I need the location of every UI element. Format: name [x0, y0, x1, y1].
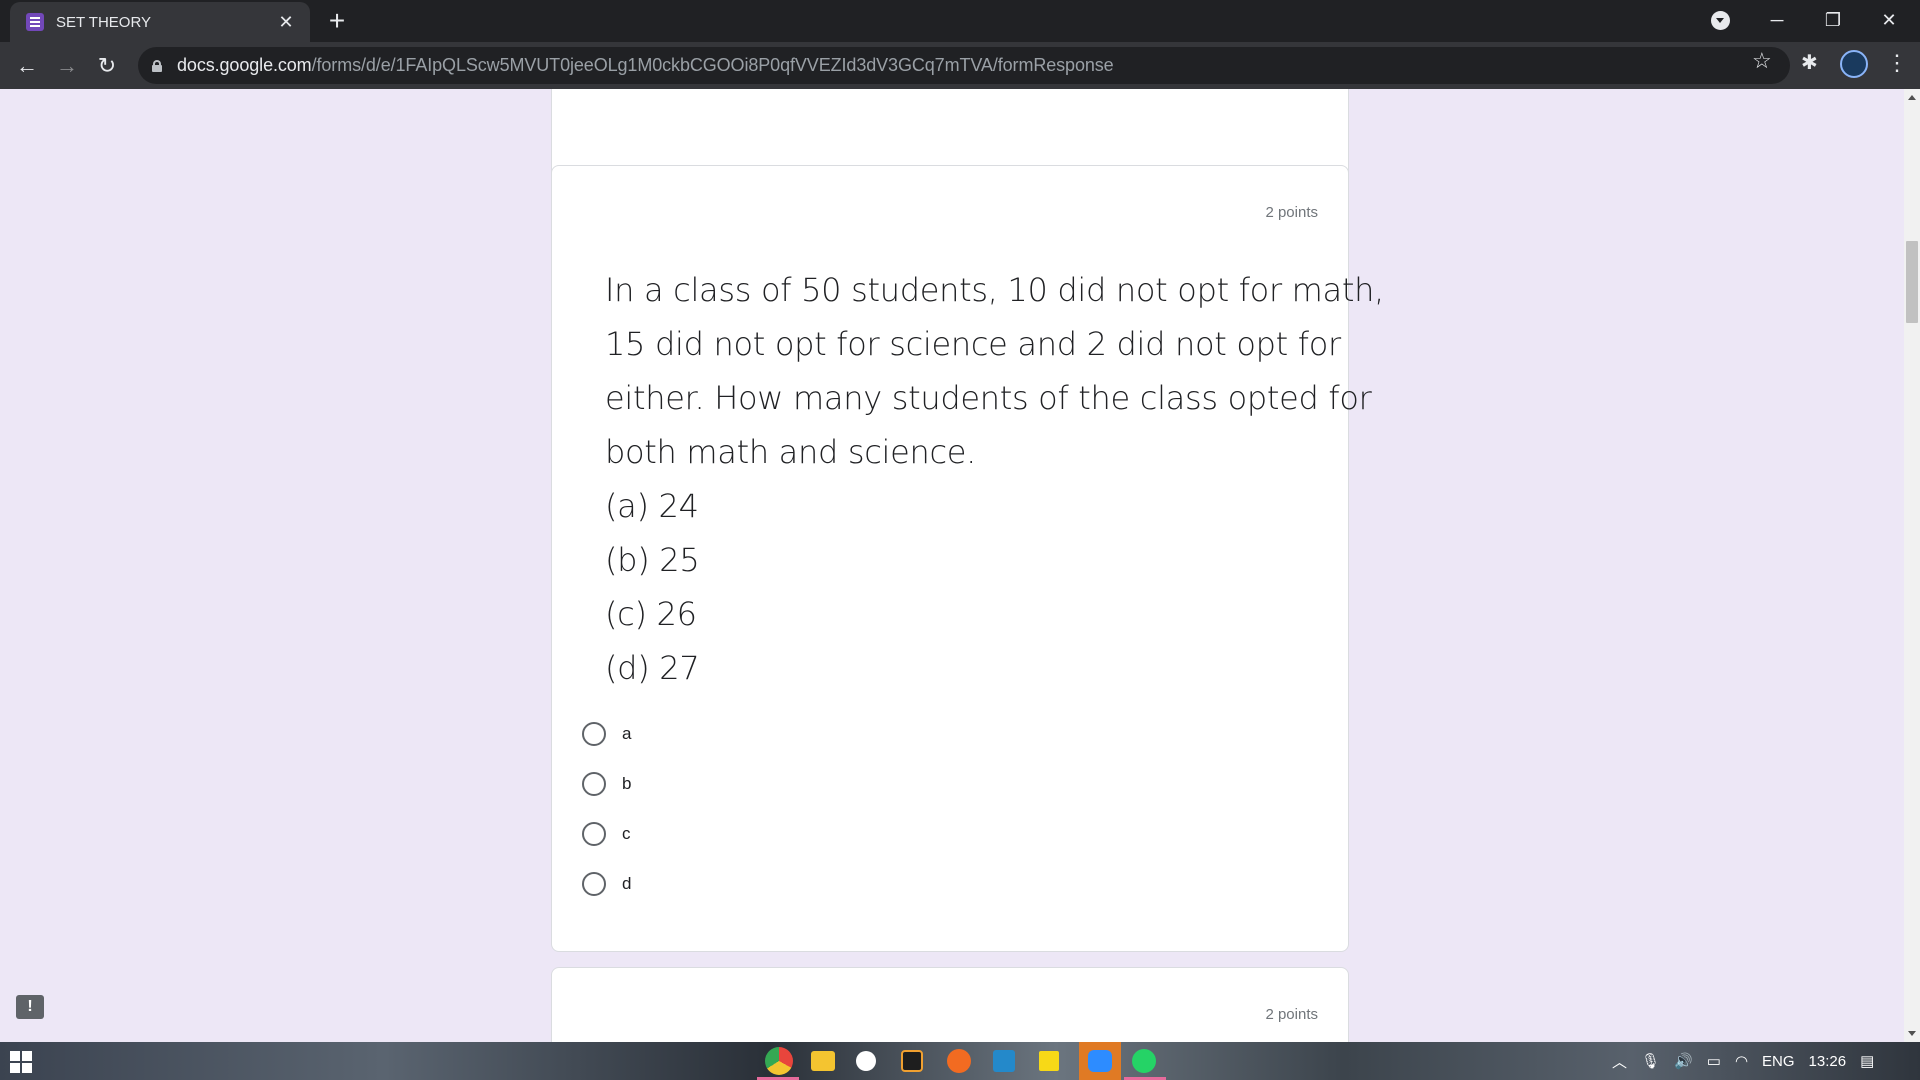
- zoom-icon[interactable]: [1088, 1050, 1112, 1072]
- question-choice: (b) 25: [605, 541, 700, 579]
- tab-search-icon[interactable]: [1711, 11, 1730, 30]
- draw-icon[interactable]: [947, 1049, 971, 1073]
- extensions-icon[interactable]: ✱: [1801, 50, 1818, 75]
- scroll-thumb[interactable]: [1906, 241, 1918, 323]
- browser-toolbar: ← → ↻ docs.google.com/forms/d/e/1FAIpQLS…: [0, 42, 1920, 89]
- scroll-down-arrow-icon[interactable]: [1908, 1031, 1916, 1036]
- chrome-icon[interactable]: [765, 1047, 793, 1075]
- restore-button[interactable]: ❐: [1810, 4, 1856, 36]
- question-line: either. How many students of the class o…: [605, 379, 1372, 417]
- question-card: 2 points In a class of 50 students, 10 d…: [551, 165, 1384, 952]
- question-line: 15 did not opt for science and 2 did not…: [605, 325, 1341, 363]
- question-line: both math and science.: [605, 433, 977, 471]
- bookmark-star-icon[interactable]: ☆: [1752, 48, 1772, 74]
- app-icon[interactable]: [856, 1051, 876, 1071]
- option-label: d: [622, 874, 632, 893]
- points-label: 2 points: [1265, 204, 1318, 221]
- tab-close-icon[interactable]: ✕: [276, 12, 296, 33]
- notifications-icon[interactable]: ▤: [1860, 1052, 1874, 1070]
- question-choice: (d) 27: [605, 649, 700, 687]
- language-indicator[interactable]: ENG: [1762, 1053, 1795, 1070]
- show-hidden-icons-icon[interactable]: ︿: [1612, 1051, 1627, 1072]
- question-choice: (c) 26: [605, 595, 697, 633]
- minimize-button[interactable]: ─: [1754, 4, 1800, 36]
- google-forms-icon: [26, 13, 44, 31]
- sticky-notes-icon[interactable]: [1039, 1051, 1059, 1071]
- points-label: 2 points: [1265, 1006, 1318, 1023]
- page-scrollbar[interactable]: [1904, 89, 1920, 1042]
- clock[interactable]: 13:26: [1809, 1053, 1847, 1070]
- option-label: a: [622, 724, 632, 743]
- terminal-icon[interactable]: [901, 1050, 923, 1072]
- page-viewport: d 2 points In a class of 50 students, 10…: [0, 89, 1904, 1042]
- radio-option-b[interactable]: b: [582, 772, 631, 796]
- file-explorer-icon[interactable]: [811, 1051, 835, 1071]
- url-path: /forms/d/e/1FAIpQLScw5MVUT0jeeOLg1M0ckbC…: [311, 55, 1114, 75]
- radio-button[interactable]: [582, 772, 606, 796]
- question-choice: (a) 24: [605, 487, 699, 525]
- browser-tab-strip: SET THEORY ✕ + ─ ❐ ✕: [0, 0, 1920, 42]
- microphone-icon[interactable]: 🎙: [1641, 1052, 1660, 1070]
- scroll-up-arrow-icon[interactable]: [1908, 95, 1916, 100]
- radio-option-a[interactable]: a: [582, 722, 631, 746]
- option-label: b: [622, 774, 632, 793]
- radio-option-c[interactable]: c: [582, 822, 631, 846]
- question-line: In a class of 50 students, 10 did not op…: [605, 271, 1384, 309]
- radio-option-d[interactable]: d: [582, 872, 631, 896]
- option-label: c: [622, 824, 631, 843]
- radio-button[interactable]: [582, 822, 606, 846]
- lock-icon[interactable]: [152, 59, 162, 72]
- vscode-icon[interactable]: [993, 1050, 1015, 1072]
- close-window-button[interactable]: ✕: [1866, 4, 1912, 36]
- radio-button[interactable]: [582, 722, 606, 746]
- whatsapp-icon[interactable]: [1132, 1049, 1156, 1073]
- browser-menu-icon[interactable]: ⋮: [1886, 48, 1908, 78]
- question-text: In a class of 50 students, 10 did not op…: [605, 263, 1384, 695]
- reload-button[interactable]: ↻: [91, 50, 123, 82]
- forward-button[interactable]: →: [51, 50, 83, 82]
- back-button[interactable]: ←: [11, 50, 43, 82]
- profile-avatar[interactable]: [1840, 50, 1868, 78]
- browser-tab[interactable]: SET THEORY ✕: [10, 2, 310, 42]
- question-card-next: 2 points: [551, 967, 1349, 1042]
- wifi-icon[interactable]: ◠: [1735, 1052, 1748, 1070]
- system-tray: ︿ 🎙 🔊 ▭ ◠ ENG 13:26 ▤: [1612, 1042, 1912, 1080]
- url-text[interactable]: docs.google.com/forms/d/e/1FAIpQLScw5MVU…: [177, 55, 1114, 76]
- radio-button[interactable]: [582, 872, 606, 896]
- tab-title: SET THEORY: [56, 13, 152, 31]
- volume-icon[interactable]: 🔊: [1674, 1052, 1693, 1070]
- address-bar[interactable]: docs.google.com/forms/d/e/1FAIpQLScw5MVU…: [138, 47, 1790, 84]
- windows-start-icon[interactable]: [10, 1051, 32, 1073]
- battery-icon[interactable]: ▭: [1707, 1052, 1721, 1070]
- url-host: docs.google.com: [177, 55, 312, 75]
- report-feedback-icon[interactable]: !: [16, 995, 44, 1019]
- new-tab-button[interactable]: +: [322, 6, 352, 36]
